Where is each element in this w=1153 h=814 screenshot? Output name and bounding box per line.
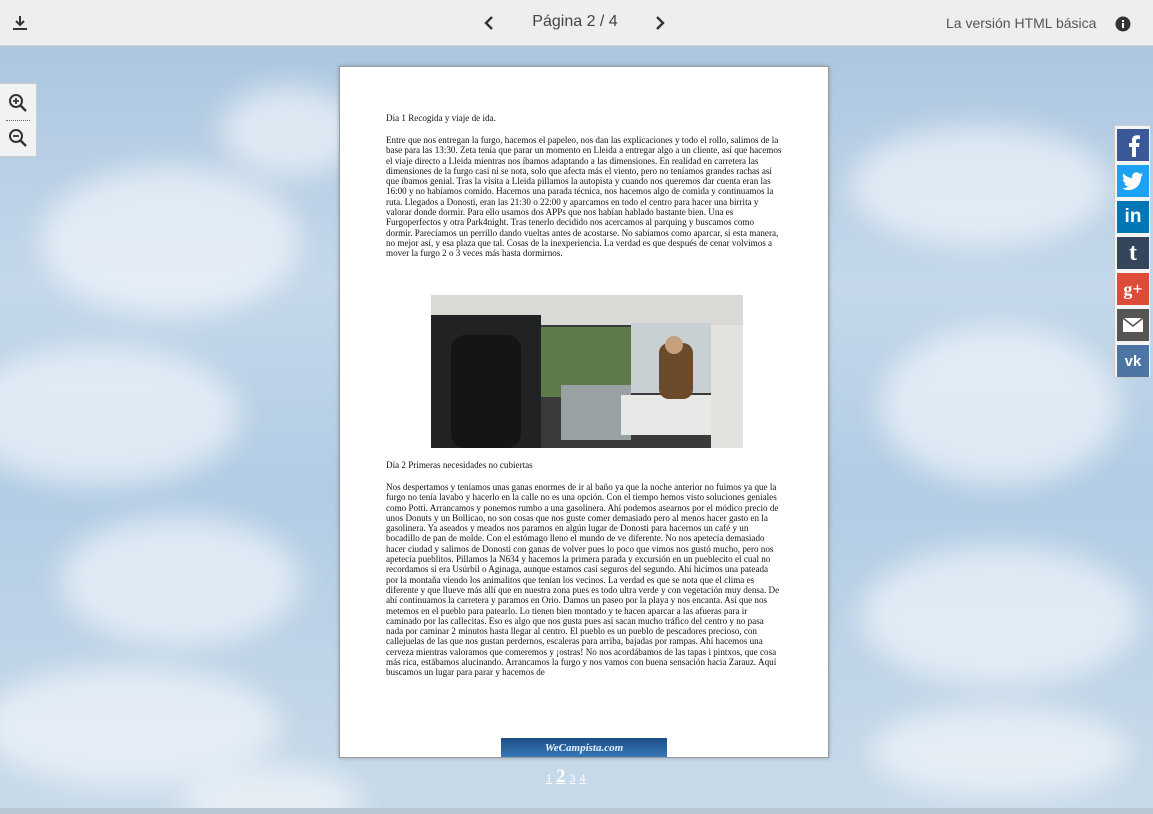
van-interior-photo [431, 295, 743, 448]
facebook-icon [1129, 135, 1140, 157]
page-link-4[interactable]: 4 [580, 771, 586, 786]
wecampista-logo: WeCampista.com [501, 738, 667, 757]
page-links: 1 2 3 4 [546, 766, 586, 788]
basic-html-link[interactable]: La versión HTML básica [946, 15, 1096, 31]
download-icon[interactable] [8, 11, 32, 35]
vk-icon: vk [1124, 352, 1142, 370]
day2-paragraph: Nos despertamos y teníamos unas ganas en… [386, 482, 780, 678]
page-link-3[interactable]: 3 [570, 771, 576, 786]
day2-heading: Día 2 Primeras necesidades no cubiertas [386, 460, 533, 470]
top-toolbar: Página 2 / 4 La versión HTML básica [0, 0, 1153, 46]
linkedin-share-button[interactable]: in [1117, 201, 1149, 233]
social-share-bar: in t g+ vk [1114, 125, 1150, 378]
chevron-left-icon [484, 16, 493, 30]
chevron-right-icon [656, 16, 665, 30]
twitter-share-button[interactable] [1117, 165, 1149, 197]
zoom-in-button[interactable] [6, 91, 30, 115]
google-plus-icon: g+ [1123, 278, 1143, 299]
zoom-in-icon [9, 94, 27, 112]
tumblr-share-button[interactable]: t [1117, 237, 1149, 269]
twitter-icon [1122, 172, 1143, 190]
facebook-share-button[interactable] [1117, 129, 1149, 161]
google-plus-share-button[interactable]: g+ [1117, 273, 1149, 305]
previous-page-button[interactable] [478, 12, 500, 34]
linkedin-icon: in [1124, 206, 1142, 227]
tumblr-icon: t [1129, 239, 1137, 266]
day1-paragraph: Entre que nos entregan la furgo, hacemos… [386, 135, 782, 259]
page-link-2[interactable]: 2 [556, 766, 566, 788]
page-link-1[interactable]: 1 [546, 771, 552, 786]
email-icon [1122, 317, 1144, 332]
vk-share-button[interactable]: vk [1117, 345, 1149, 377]
info-icon[interactable] [1113, 14, 1133, 34]
zoom-controls [0, 83, 37, 157]
zoom-out-icon [9, 129, 27, 147]
document-page: Día 1 Recogida y viaje de ida. Entre que… [339, 66, 829, 758]
next-page-button[interactable] [649, 12, 671, 34]
page-indicator: Página 2 / 4 [532, 13, 618, 30]
bottom-edge [0, 808, 1153, 814]
zoom-out-button[interactable] [6, 126, 30, 150]
zoom-separator [6, 120, 30, 121]
email-share-button[interactable] [1117, 309, 1149, 341]
day1-heading: Día 1 Recogida y viaje de ida. [386, 113, 496, 123]
